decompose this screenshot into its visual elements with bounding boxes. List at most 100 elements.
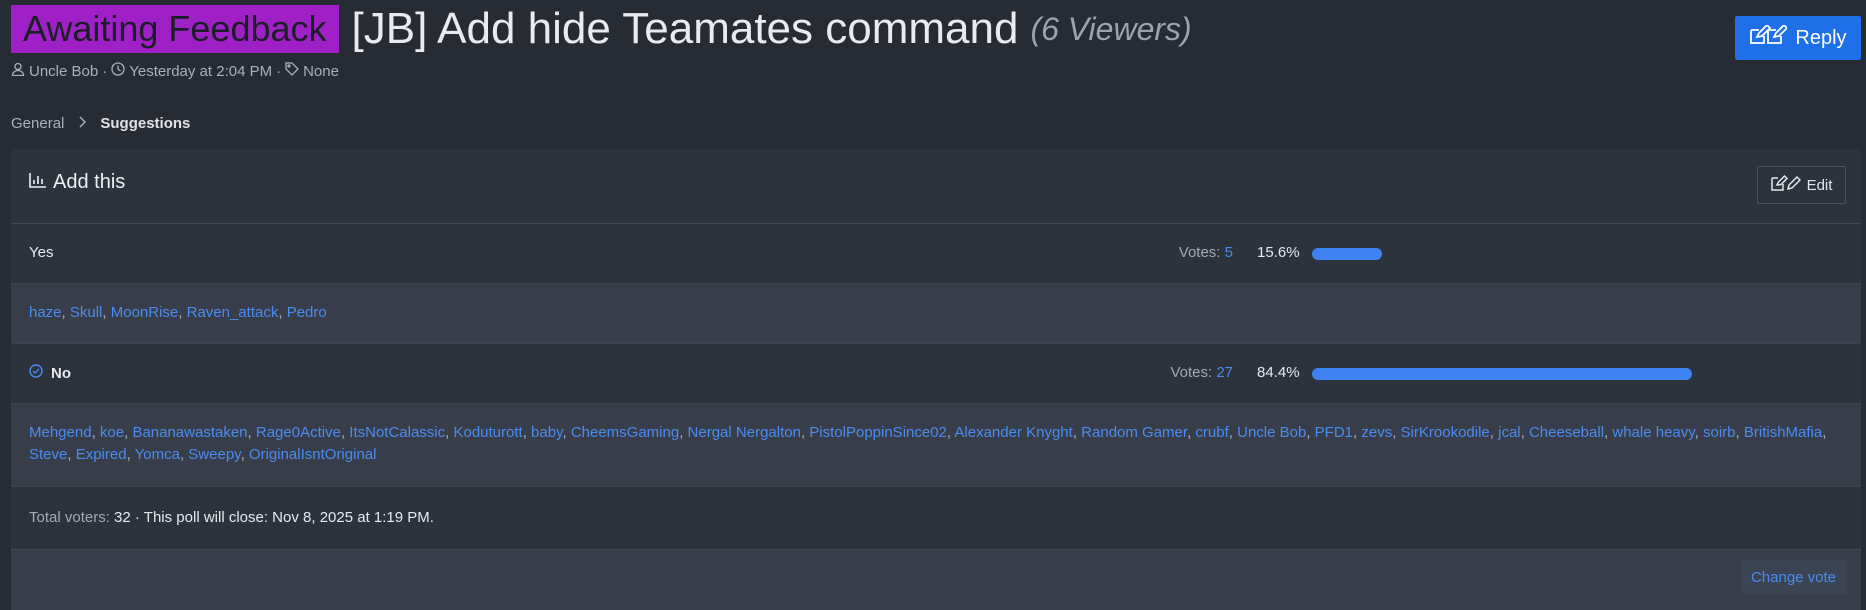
voter-link[interactable]: PistolPoppinSince02 xyxy=(809,424,947,441)
voter-link[interactable]: Expired xyxy=(76,446,127,463)
edit-icon xyxy=(1770,174,1801,195)
thread-tags: None xyxy=(303,62,339,80)
voter-separator: , xyxy=(178,304,187,321)
meta-separator: · xyxy=(102,62,108,80)
voter-link[interactable]: Skull xyxy=(70,304,103,321)
vote-progress-bar xyxy=(1312,368,1762,380)
voter-separator: , xyxy=(1735,424,1744,441)
voter-link[interactable]: SirKrookodile xyxy=(1401,424,1490,441)
votes-count-link[interactable]: 27 xyxy=(1216,364,1233,381)
voter-link[interactable]: Yomca xyxy=(135,446,180,463)
voter-separator: , xyxy=(1392,424,1401,441)
voter-separator: , xyxy=(91,424,100,441)
poll-block: Add this Edit Yes Votes: 5 15.6% haze, S… xyxy=(11,149,1861,610)
voter-link[interactable]: ItsNotCalassic xyxy=(349,424,445,441)
voter-link[interactable]: koe xyxy=(100,424,124,441)
option-no-text: No xyxy=(51,364,71,382)
voter-separator: , xyxy=(1489,424,1499,441)
option-votes: Votes: 5 xyxy=(1179,244,1233,261)
total-voters-label: Total voters: xyxy=(29,509,110,526)
voter-link[interactable]: Alexander Knyght xyxy=(954,424,1072,441)
voter-separator: , xyxy=(562,424,571,441)
check-circle-icon xyxy=(29,364,43,382)
breadcrumb: General Suggestions xyxy=(11,115,190,132)
voter-link[interactable]: Cheeseball xyxy=(1529,424,1604,441)
clock-icon xyxy=(111,62,125,80)
vote-progress-fill xyxy=(1312,248,1383,260)
voter-link[interactable]: BritishMafia xyxy=(1744,424,1822,441)
voter-separator: , xyxy=(522,424,532,441)
voter-link[interactable]: Raven_attack xyxy=(187,304,279,321)
votes-count-link[interactable]: 5 xyxy=(1225,244,1233,261)
voters-list-no: Mehgend, koe, Bananawastaken, Rage0Activ… xyxy=(11,404,1861,487)
voter-link[interactable]: Mehgend xyxy=(29,424,92,441)
poll-header: Add this Edit xyxy=(11,149,1861,224)
vote-progress-bar xyxy=(1312,248,1762,260)
thread-author-link[interactable]: Uncle Bob xyxy=(29,63,98,80)
breadcrumb-suggestions[interactable]: Suggestions xyxy=(100,115,190,132)
tag-icon xyxy=(285,62,300,80)
vote-progress-fill xyxy=(1312,368,1692,380)
voter-link[interactable]: CheemsGaming xyxy=(571,424,679,441)
voter-link[interactable]: Sweepy xyxy=(188,446,240,463)
voter-link[interactable]: soirb xyxy=(1703,424,1736,441)
option-yes-text: Yes xyxy=(29,244,54,261)
edit-label: Edit xyxy=(1806,176,1833,194)
option-percent: 84.4% xyxy=(1257,364,1300,381)
thread-date-link[interactable]: Yesterday at 2:04 PM xyxy=(129,63,272,80)
voter-separator: , xyxy=(679,424,688,441)
poll-title: Add this xyxy=(29,171,125,194)
voter-link[interactable]: Nergal Nergalton xyxy=(688,424,801,441)
voter-separator: , xyxy=(278,304,287,321)
voter-link[interactable]: Rage0Active xyxy=(256,424,341,441)
voter-link[interactable]: Random Gamer xyxy=(1081,424,1187,441)
voters-list-yes: haze, Skull, MoonRise, Raven_attack, Ped… xyxy=(11,284,1861,344)
votes-label: Votes: xyxy=(1178,244,1221,261)
voter-separator: , xyxy=(67,446,76,463)
voter-link[interactable]: OriginalIsntOriginal xyxy=(249,446,377,463)
poll-actions: Change vote xyxy=(11,550,1861,610)
thread-title: [JB] Add hide Teamates command xyxy=(351,4,1019,53)
voter-separator: , xyxy=(102,304,111,321)
voter-link[interactable]: jcal xyxy=(1498,424,1521,441)
option-label: No xyxy=(29,364,71,382)
poll-close-text: · This poll will close: Nov 8, 2025 at 1… xyxy=(134,509,434,526)
voter-link[interactable]: whale heavy xyxy=(1612,424,1694,441)
voter-link[interactable]: zevs xyxy=(1361,424,1392,441)
voter-link[interactable]: Steve xyxy=(29,446,67,463)
voter-link[interactable]: Bananawastaken xyxy=(132,424,247,441)
voter-separator: , xyxy=(61,304,70,321)
option-label: Yes xyxy=(29,244,53,261)
poll-option-no: No Votes: 27 84.4% xyxy=(11,344,1861,404)
reply-button[interactable]: Reply xyxy=(1735,16,1861,60)
voter-link[interactable]: Uncle Bob xyxy=(1237,424,1306,441)
voter-separator: , xyxy=(247,424,256,441)
meta-separator: · xyxy=(276,62,282,80)
bar-chart-icon xyxy=(29,171,47,194)
user-icon xyxy=(11,62,25,80)
voter-separator: , xyxy=(1694,424,1703,441)
change-vote-button[interactable]: Change vote xyxy=(1741,560,1846,594)
voter-link[interactable]: crubf xyxy=(1195,424,1228,441)
voter-link[interactable]: MoonRise xyxy=(111,304,179,321)
reply-icon xyxy=(1749,23,1789,51)
voter-separator: , xyxy=(1228,424,1238,441)
voter-separator: , xyxy=(1520,424,1529,441)
voter-link[interactable]: Koduturott xyxy=(453,424,522,441)
voter-separator: , xyxy=(240,446,249,463)
poll-option-yes: Yes Votes: 5 15.6% xyxy=(11,224,1861,284)
votes-label: Votes: xyxy=(1170,364,1213,381)
poll-summary: Total voters: 32 · This poll will close:… xyxy=(29,509,434,526)
thread-prefix-badge[interactable]: Awaiting Feedback xyxy=(11,5,339,53)
chevron-right-icon xyxy=(78,115,87,132)
voter-link[interactable]: baby xyxy=(531,424,562,441)
voter-separator: , xyxy=(1072,424,1082,441)
breadcrumb-general[interactable]: General xyxy=(11,115,64,132)
edit-poll-button[interactable]: Edit xyxy=(1757,166,1846,204)
option-votes: Votes: 27 xyxy=(1170,364,1233,381)
voter-link[interactable]: PFD1 xyxy=(1315,424,1353,441)
voter-separator: , xyxy=(1822,424,1827,441)
thread-meta: Uncle Bob · Yesterday at 2:04 PM · None xyxy=(11,62,339,80)
voter-link[interactable]: haze xyxy=(29,304,62,321)
voter-link[interactable]: Pedro xyxy=(287,304,327,321)
